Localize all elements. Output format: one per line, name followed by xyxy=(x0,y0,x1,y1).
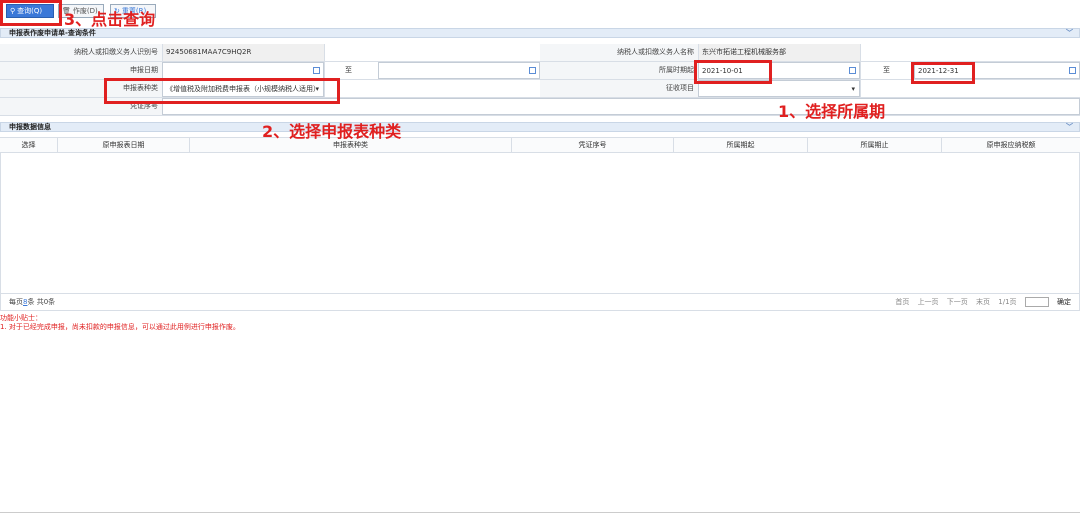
calendar-icon[interactable] xyxy=(313,67,320,74)
page-go-button[interactable]: 确定 xyxy=(1057,298,1071,306)
column-header[interactable]: 所属期起 xyxy=(674,138,808,153)
taxpayer-id-value: 92450681MAA7C9HQ2R xyxy=(162,44,324,61)
declare-date-end-input[interactable] xyxy=(378,62,540,79)
taxpayer-id-label: 纳税人或扣缴义务人识别号 xyxy=(0,44,162,61)
tips: 功能小贴士： 1. 对于已经完成申报，尚未扣款的申报信息，可以通过此用例进行申报… xyxy=(0,314,240,332)
pager: 每页8条 共0条 首页 上一页 下一页 末页 1/1页 确定 xyxy=(0,293,1080,311)
column-header[interactable]: 凭证序号 xyxy=(512,138,674,153)
declare-date-to-label: 至 xyxy=(324,62,378,79)
prev-page-link[interactable]: 上一页 xyxy=(918,298,939,306)
annotation-box-period-end xyxy=(911,62,975,84)
annotation-box-query xyxy=(0,0,62,26)
annotation-step2: 2、选择申报表种类 xyxy=(262,122,402,141)
column-header[interactable]: 原申报表日期 xyxy=(58,138,190,153)
annotation-box-form-type xyxy=(104,78,340,104)
toolbar: ⚲ 查询(Q) 🗑 作废(D) ↻ 重置(R) xyxy=(0,0,1080,24)
collapse-chevron-icon[interactable]: ﹀ xyxy=(1066,29,1073,37)
next-page-link[interactable]: 下一页 xyxy=(947,298,968,306)
grid-header: 选择 原申报表日期 申报表种类 凭证序号 所属期起 所属期止 原申报应纳税额 xyxy=(0,137,1080,153)
tips-line: 1. 对于已经完成申报，尚未扣款的申报信息，可以通过此用例进行申报作废。 xyxy=(0,323,240,331)
page-number-input[interactable] xyxy=(1024,297,1049,307)
declare-date-start-input[interactable] xyxy=(162,62,324,79)
data-section-header[interactable]: 申报数据信息 ﹀ xyxy=(0,122,1080,132)
calendar-icon[interactable] xyxy=(1069,67,1076,74)
column-header[interactable]: 原申报应纳税额 xyxy=(942,138,1080,153)
taxpayer-name-value: 东兴市拓诺工程机械服务部 xyxy=(698,44,860,61)
dropdown-arrow-icon[interactable]: ▾ xyxy=(851,81,855,96)
first-page-link[interactable]: 首页 xyxy=(895,298,909,306)
page-info: 1/1页 xyxy=(998,298,1017,306)
query-section-header[interactable]: 申报表作废申请单-查询条件 ﹀ xyxy=(0,28,1080,38)
tips-title: 功能小贴士： xyxy=(0,314,42,322)
grid-body xyxy=(0,153,1080,293)
annotation-box-period-start xyxy=(694,60,772,84)
annotation-step1: 1、选择所属期 xyxy=(778,102,886,121)
taxpayer-name-label: 纳税人或扣缴义务人名称 xyxy=(540,44,698,61)
last-page-link[interactable]: 末页 xyxy=(976,298,990,306)
column-header[interactable]: 选择 xyxy=(0,138,58,153)
divider xyxy=(0,512,1080,513)
period-to-label: 至 xyxy=(860,62,914,79)
collapse-chevron-icon[interactable]: ﹀ xyxy=(1066,123,1073,131)
tax-item-label: 征收项目 xyxy=(540,80,698,97)
declare-date-label: 申报日期 xyxy=(0,62,162,79)
calendar-icon[interactable] xyxy=(529,67,536,74)
page-size-info: 每页8条 共0条 xyxy=(9,298,56,306)
calendar-icon[interactable] xyxy=(849,67,856,74)
annotation-step3: 3、点击查询 xyxy=(64,10,156,29)
column-header[interactable]: 所属期止 xyxy=(808,138,942,153)
period-start-label: 所属时期起 xyxy=(540,62,698,79)
